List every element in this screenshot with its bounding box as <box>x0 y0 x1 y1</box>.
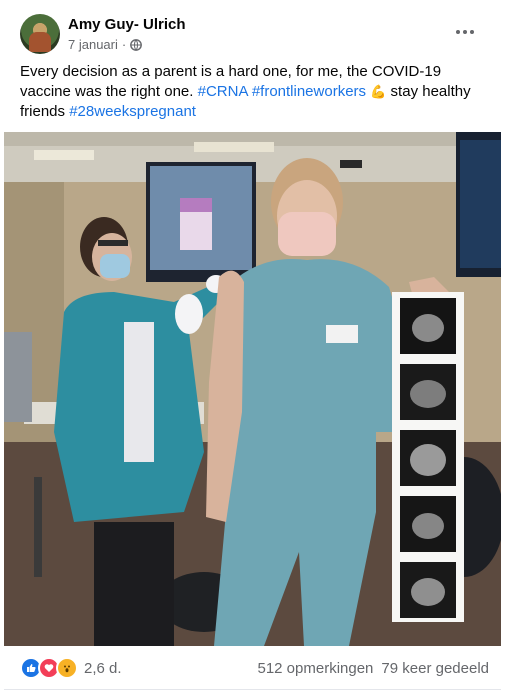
divider <box>4 689 501 690</box>
globe-icon[interactable] <box>130 38 143 51</box>
meta-separator: · <box>121 37 127 52</box>
photo-illustration <box>4 132 501 646</box>
post-header: Amy Guy- Ulrich 7 januari · <box>20 14 491 56</box>
shares-count[interactable]: 79 keer gedeeld <box>381 660 489 677</box>
post-meta: 7 januari · <box>68 37 143 52</box>
post-photo[interactable] <box>4 132 501 646</box>
post-date[interactable]: 7 januari <box>68 37 118 52</box>
reactions-row: 2,6 d. 512 opmerkingen 79 keer gedeeld <box>20 657 489 679</box>
reaction-count[interactable]: 2,6 d. <box>84 660 122 677</box>
muscle-emoji: 💪 <box>370 84 387 99</box>
hashtag-28weekspregnant[interactable]: #28weekspregnant <box>69 103 196 120</box>
engagement-stats: 512 opmerkingen 79 keer gedeeld <box>257 660 489 677</box>
avatar[interactable] <box>20 14 60 54</box>
reaction-icons[interactable] <box>20 657 78 679</box>
author-name[interactable]: Amy Guy- Ulrich <box>68 16 186 33</box>
comments-count[interactable]: 512 opmerkingen <box>257 660 373 677</box>
post-card: Amy Guy- Ulrich 7 januari · Every decisi… <box>0 0 505 693</box>
hashtag-frontlineworkers[interactable]: #frontlineworkers <box>252 83 366 100</box>
more-options-button[interactable] <box>453 22 477 42</box>
post-text: Every decision as a parent is a hard one… <box>20 62 490 122</box>
wow-reaction-icon <box>56 657 78 679</box>
hashtag-crna[interactable]: #CRNA <box>198 83 248 100</box>
